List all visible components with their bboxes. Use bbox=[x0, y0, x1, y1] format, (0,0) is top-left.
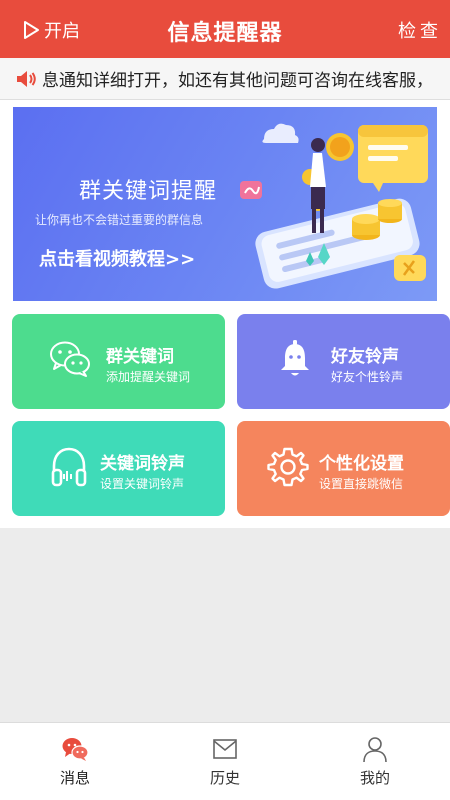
speaker-icon bbox=[17, 70, 36, 87]
friend-ringtone-title: 好友铃声 bbox=[331, 347, 399, 367]
tab-profile-label: 我的 bbox=[359, 769, 390, 787]
bell-icon bbox=[281, 340, 309, 376]
group-keywords-card[interactable]: 群关键词 添加提醒关键词 bbox=[12, 314, 225, 409]
notice-bar[interactable]: 息通知详细打开，如还有其他问题可咨询在线客服， bbox=[0, 58, 450, 100]
tutorial-banner[interactable]: 群关键词提醒 让你再也不会错过重要的群信息 点击看视频教程>> bbox=[13, 107, 437, 301]
headphones-icon bbox=[51, 447, 87, 487]
banner-title: 群关键词提醒 bbox=[79, 179, 218, 204]
check-button[interactable]: 检查 bbox=[398, 17, 442, 43]
keyword-ringtone-card[interactable]: 关键词铃声 设置关键词铃声 bbox=[12, 421, 225, 516]
personal-settings-card[interactable]: 个性化设置 设置直接跳微信 bbox=[237, 421, 450, 516]
gear-icon bbox=[267, 447, 309, 487]
main-content: 群关键词提醒 让你再也不会错过重要的群信息 点击看视频教程>> 群关键词 添加提… bbox=[0, 100, 450, 528]
tab-messages[interactable]: 消息 bbox=[0, 723, 150, 800]
app-header: 开启 信息提醒器 检查 bbox=[0, 0, 450, 58]
banner-subtitle: 让你再也不会错过重要的群信息 bbox=[35, 213, 204, 227]
friend-ringtone-card[interactable]: 好友铃声 好友个性铃声 bbox=[237, 314, 450, 409]
start-label: 开启 bbox=[44, 21, 80, 42]
phone-illustration bbox=[240, 123, 428, 289]
group-keywords-title: 群关键词 bbox=[106, 347, 174, 367]
personal-settings-subtitle: 设置直接跳微信 bbox=[319, 477, 404, 491]
tab-history-label: 历史 bbox=[209, 769, 240, 787]
keyword-ringtone-subtitle: 设置关键词铃声 bbox=[100, 477, 185, 491]
keyword-ringtone-title: 关键词铃声 bbox=[100, 454, 185, 474]
user-icon bbox=[363, 737, 387, 763]
tab-history[interactable]: 历史 bbox=[150, 723, 300, 800]
personal-settings-title: 个性化设置 bbox=[319, 454, 404, 474]
bottom-tab-bar: 消息 历史 我的 bbox=[0, 722, 450, 800]
start-button[interactable]: 开启 bbox=[22, 16, 80, 44]
tab-profile[interactable]: 我的 bbox=[300, 723, 450, 800]
chat-bubbles-icon bbox=[62, 738, 89, 761]
envelope-icon bbox=[213, 739, 237, 759]
tab-messages-label: 消息 bbox=[59, 769, 90, 787]
wechat-icon bbox=[50, 341, 90, 377]
notice-text: 息通知详细打开，如还有其他问题可咨询在线客服， bbox=[42, 71, 433, 91]
group-keywords-subtitle: 添加提醒关键词 bbox=[106, 370, 191, 384]
video-tutorial-link[interactable]: 点击看视频教程>> bbox=[39, 245, 195, 271]
friend-ringtone-subtitle: 好友个性铃声 bbox=[331, 370, 404, 384]
play-icon bbox=[24, 21, 39, 39]
